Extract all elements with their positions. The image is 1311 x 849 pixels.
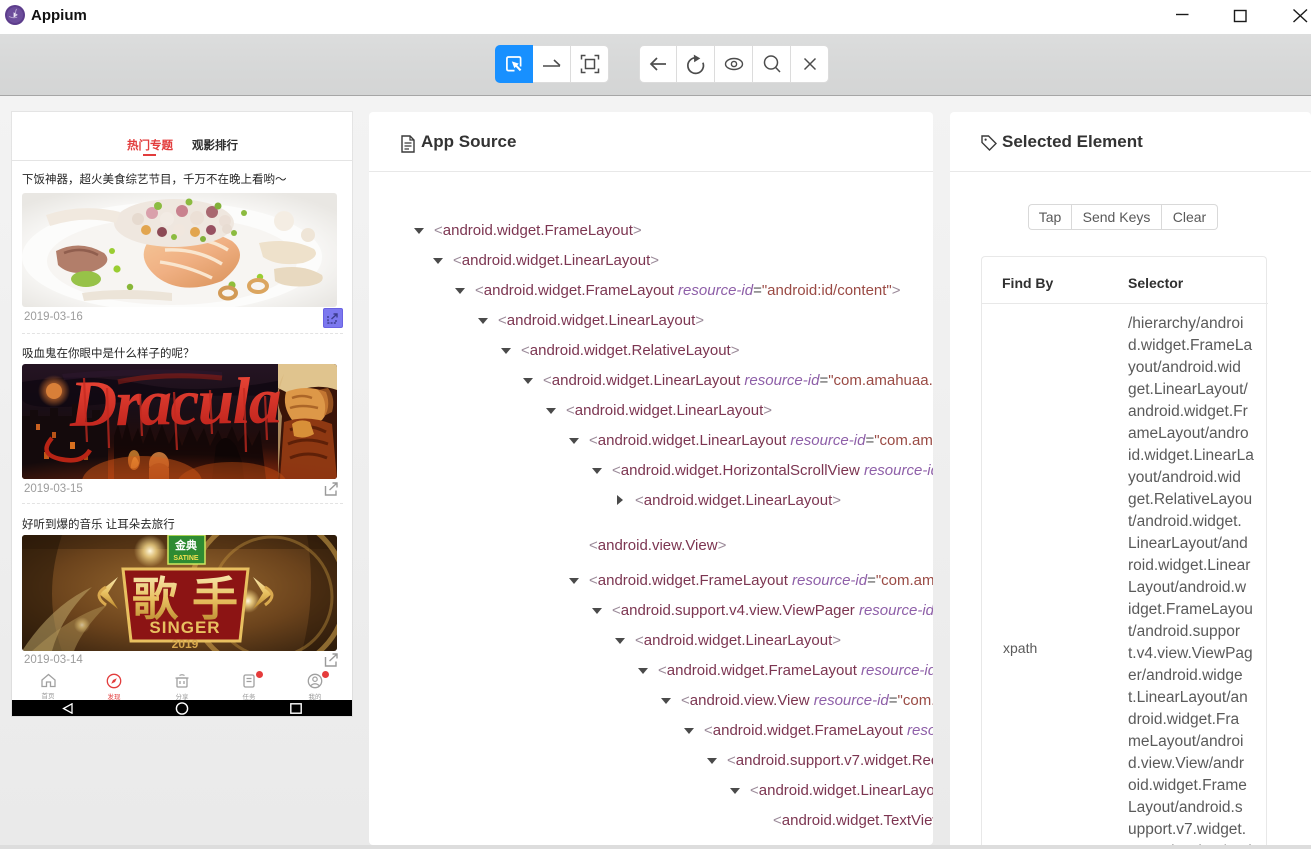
- svg-text:SATINE: SATINE: [173, 555, 198, 562]
- svg-text:SINGER: SINGER: [149, 618, 220, 637]
- svg-text:金典: 金典: [174, 538, 197, 552]
- svg-text:2019: 2019: [172, 637, 199, 651]
